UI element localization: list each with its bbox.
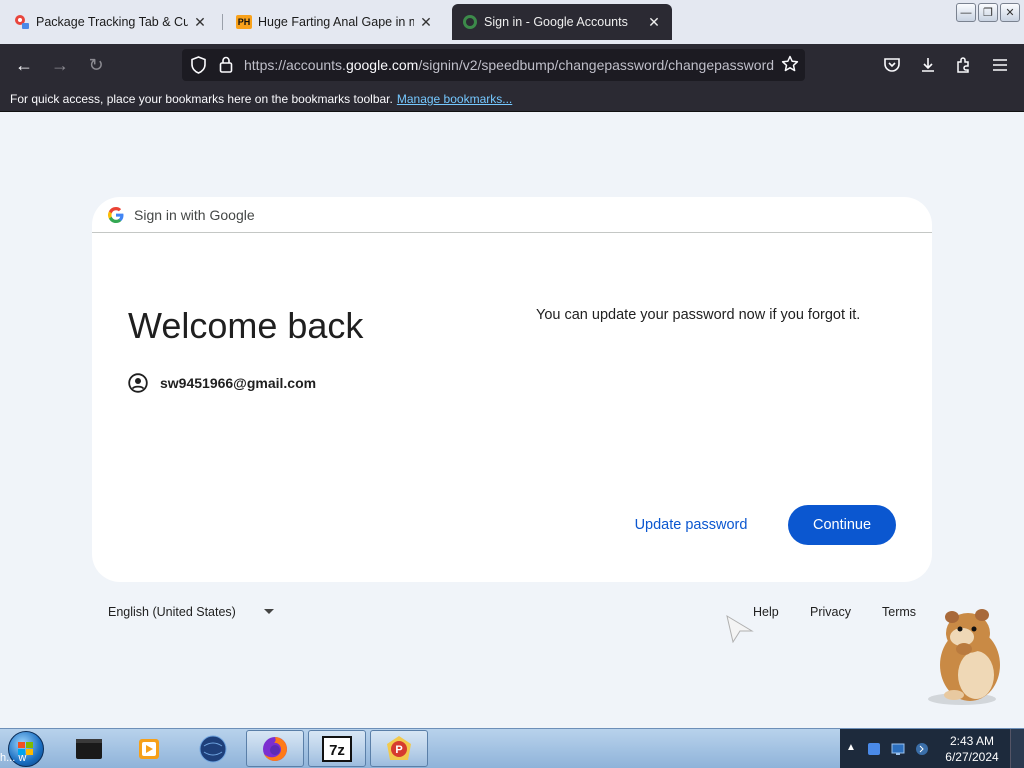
clock-date: 6/27/2024 (945, 750, 999, 764)
tracking-favicon-icon (14, 14, 30, 30)
google-logo-icon (108, 206, 124, 223)
paint-app-icon: P (387, 735, 411, 760)
continue-button[interactable]: Continue (788, 505, 896, 545)
language-selector[interactable]: English (United States) (108, 605, 274, 619)
bookmarks-toolbar: For quick access, place your bookmarks h… (0, 86, 1024, 112)
tab-google-accounts[interactable]: Sign in - Google Accounts ✕ (452, 4, 672, 40)
update-password-button[interactable]: Update password (624, 505, 758, 545)
help-link[interactable]: Help (753, 605, 779, 619)
puzzle-icon (957, 57, 969, 73)
window-controls: — ❐ ✕ (956, 3, 1020, 22)
taskbar-app-globe[interactable] (184, 730, 242, 767)
back-arrow-icon: ← (15, 54, 33, 75)
minimize-button[interactable]: — (956, 3, 976, 22)
volume-icon[interactable] (914, 741, 930, 757)
windows-taskbar: 7z P ▲ 2:43 AM 6/27/2024 (0, 728, 1024, 768)
google-favicon-icon (462, 14, 478, 30)
7zip-icon: 7z (322, 735, 352, 762)
forward-button[interactable]: → (48, 53, 72, 77)
media-player-icon (139, 738, 159, 759)
manage-bookmarks-link[interactable]: Manage bookmarks... (397, 92, 512, 106)
navigation-toolbar: ← → ↻ https://accounts.google.com/signin… (0, 44, 1024, 86)
pocket-icon (884, 58, 900, 72)
globe-icon (199, 735, 227, 762)
card-header: Sign in with Google (92, 197, 932, 233)
bookmarks-message: For quick access, place your bookmarks h… (10, 92, 393, 106)
account-circle-icon (128, 373, 148, 393)
taskbar-app-paint[interactable]: P (370, 730, 428, 767)
account-email: sw9451966@gmail.com (160, 375, 317, 391)
mouse-cursor-icon (726, 615, 754, 643)
download-icon (922, 58, 934, 72)
downloads-button[interactable] (916, 53, 940, 77)
page-title: Welcome back (128, 305, 364, 346)
tab-strip: Package Tracking Tab & Custom ✕ PH Huge … (0, 0, 1024, 44)
firefox-icon (263, 736, 287, 761)
sign-in-with-google-label: Sign in with Google (134, 206, 255, 223)
account-chip[interactable]: sw9451966@gmail.com (128, 373, 316, 393)
taskbar-app-firefox[interactable] (246, 730, 304, 767)
reload-button[interactable]: ↻ (84, 53, 108, 77)
tab-divider (222, 14, 223, 30)
hamster-mascot-icon (928, 609, 1000, 705)
tray-shield-icon[interactable] (866, 741, 882, 757)
show-desktop-button[interactable] (1010, 729, 1024, 768)
restore-button[interactable]: ❐ (978, 3, 998, 22)
caret-down-icon (264, 609, 274, 614)
privacy-link[interactable]: Privacy (810, 605, 851, 619)
bookmark-star-icon[interactable] (781, 55, 799, 78)
sign-in-card: Sign in with Google Welcome back sw94519… (92, 197, 932, 582)
url-bar[interactable]: https://accounts.google.com/signin/v2/sp… (182, 49, 805, 81)
tab-title: Sign in - Google Accounts (484, 15, 628, 29)
tab-close-icon[interactable]: ✕ (192, 14, 208, 31)
svg-text:7z: 7z (329, 742, 345, 759)
desktop-label: h... w (0, 752, 27, 764)
menu-button[interactable] (988, 53, 1012, 77)
tab-package-tracking[interactable]: Package Tracking Tab & Custom ✕ (4, 4, 218, 40)
tab-close-icon[interactable]: ✕ (418, 14, 434, 31)
system-tray: ▲ 2:43 AM 6/27/2024 (840, 729, 1024, 768)
reload-icon: ↻ (88, 54, 104, 75)
black-box-app-icon (76, 738, 102, 759)
language-label: English (United States) (108, 605, 236, 619)
shield-icon[interactable] (190, 56, 207, 79)
hamburger-menu-icon (993, 59, 1007, 71)
forward-arrow-icon: → (51, 54, 69, 75)
page-content: Sign in with Google Welcome back sw94519… (0, 113, 1024, 728)
url-text[interactable]: https://accounts.google.com/signin/v2/sp… (244, 57, 774, 73)
taskbar-app-terminal[interactable] (60, 730, 118, 767)
lock-icon[interactable] (219, 56, 233, 78)
network-icon[interactable] (890, 741, 906, 757)
ph-favicon-icon: PH (236, 15, 252, 29)
update-password-description: You can update your password now if you … (536, 307, 861, 323)
tab-title: Huge Farting Anal Gape in my (258, 15, 414, 29)
show-hidden-icons-icon[interactable]: ▲ (846, 742, 856, 753)
back-button[interactable]: ← (12, 53, 36, 77)
clock-time: 2:43 AM (949, 734, 995, 748)
tab-title: Package Tracking Tab & Custom (36, 15, 188, 29)
svg-text:P: P (395, 744, 402, 756)
tab-ph[interactable]: PH Huge Farting Anal Gape in my ✕ (226, 4, 444, 40)
pocket-button[interactable] (880, 53, 904, 77)
tab-close-icon[interactable]: ✕ (646, 14, 662, 31)
close-window-button[interactable]: ✕ (1000, 3, 1020, 22)
system-clock[interactable]: 2:43 AM 6/27/2024 (940, 733, 1004, 765)
taskbar-app-media-player[interactable] (120, 730, 178, 767)
terms-link[interactable]: Terms (882, 605, 916, 619)
extensions-button[interactable] (952, 53, 976, 77)
taskbar-app-7zip[interactable]: 7z (308, 730, 366, 767)
